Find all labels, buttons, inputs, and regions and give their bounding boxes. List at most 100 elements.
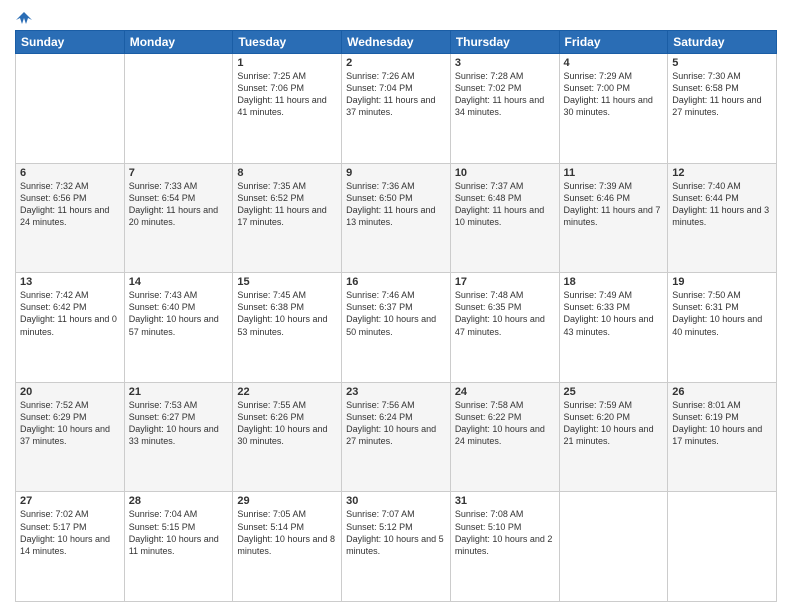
calendar-cell-0-0 bbox=[16, 54, 125, 164]
week-row-3: 13Sunrise: 7:42 AM Sunset: 6:42 PM Dayli… bbox=[16, 273, 777, 383]
day-info: Sunrise: 7:55 AM Sunset: 6:26 PM Dayligh… bbox=[237, 399, 337, 448]
day-info: Sunrise: 7:28 AM Sunset: 7:02 PM Dayligh… bbox=[455, 70, 555, 119]
day-info: Sunrise: 7:04 AM Sunset: 5:15 PM Dayligh… bbox=[129, 508, 229, 557]
calendar-cell-4-6 bbox=[668, 492, 777, 602]
day-info: Sunrise: 7:58 AM Sunset: 6:22 PM Dayligh… bbox=[455, 399, 555, 448]
day-info: Sunrise: 7:59 AM Sunset: 6:20 PM Dayligh… bbox=[564, 399, 664, 448]
col-saturday: Saturday bbox=[668, 31, 777, 54]
day-info: Sunrise: 7:39 AM Sunset: 6:46 PM Dayligh… bbox=[564, 180, 664, 229]
calendar-cell-4-1: 28Sunrise: 7:04 AM Sunset: 5:15 PM Dayli… bbox=[124, 492, 233, 602]
day-info: Sunrise: 7:46 AM Sunset: 6:37 PM Dayligh… bbox=[346, 289, 446, 338]
calendar-cell-2-2: 15Sunrise: 7:45 AM Sunset: 6:38 PM Dayli… bbox=[233, 273, 342, 383]
day-number: 12 bbox=[672, 167, 772, 179]
calendar-cell-2-0: 13Sunrise: 7:42 AM Sunset: 6:42 PM Dayli… bbox=[16, 273, 125, 383]
calendar-cell-1-1: 7Sunrise: 7:33 AM Sunset: 6:54 PM Daylig… bbox=[124, 163, 233, 273]
day-number: 9 bbox=[346, 167, 446, 179]
day-info: Sunrise: 7:29 AM Sunset: 7:00 PM Dayligh… bbox=[564, 70, 664, 119]
col-thursday: Thursday bbox=[450, 31, 559, 54]
day-info: Sunrise: 7:40 AM Sunset: 6:44 PM Dayligh… bbox=[672, 180, 772, 229]
day-number: 30 bbox=[346, 495, 446, 507]
day-number: 16 bbox=[346, 276, 446, 288]
header bbox=[15, 10, 777, 22]
calendar-cell-0-3: 2Sunrise: 7:26 AM Sunset: 7:04 PM Daylig… bbox=[342, 54, 451, 164]
calendar-cell-1-0: 6Sunrise: 7:32 AM Sunset: 6:56 PM Daylig… bbox=[16, 163, 125, 273]
day-number: 22 bbox=[237, 386, 337, 398]
calendar-cell-2-4: 17Sunrise: 7:48 AM Sunset: 6:35 PM Dayli… bbox=[450, 273, 559, 383]
day-number: 6 bbox=[20, 167, 120, 179]
day-info: Sunrise: 7:08 AM Sunset: 5:10 PM Dayligh… bbox=[455, 508, 555, 557]
calendar-cell-2-3: 16Sunrise: 7:46 AM Sunset: 6:37 PM Dayli… bbox=[342, 273, 451, 383]
logo-bird-icon bbox=[16, 10, 32, 26]
calendar-cell-1-3: 9Sunrise: 7:36 AM Sunset: 6:50 PM Daylig… bbox=[342, 163, 451, 273]
day-number: 8 bbox=[237, 167, 337, 179]
calendar-cell-3-5: 25Sunrise: 7:59 AM Sunset: 6:20 PM Dayli… bbox=[559, 382, 668, 492]
calendar-cell-3-3: 23Sunrise: 7:56 AM Sunset: 6:24 PM Dayli… bbox=[342, 382, 451, 492]
day-number: 21 bbox=[129, 386, 229, 398]
calendar-cell-3-0: 20Sunrise: 7:52 AM Sunset: 6:29 PM Dayli… bbox=[16, 382, 125, 492]
day-number: 14 bbox=[129, 276, 229, 288]
calendar: Sunday Monday Tuesday Wednesday Thursday… bbox=[15, 30, 777, 602]
calendar-cell-1-2: 8Sunrise: 7:35 AM Sunset: 6:52 PM Daylig… bbox=[233, 163, 342, 273]
day-number: 3 bbox=[455, 57, 555, 69]
calendar-header-row: Sunday Monday Tuesday Wednesday Thursday… bbox=[16, 31, 777, 54]
col-wednesday: Wednesday bbox=[342, 31, 451, 54]
day-info: Sunrise: 7:53 AM Sunset: 6:27 PM Dayligh… bbox=[129, 399, 229, 448]
col-sunday: Sunday bbox=[16, 31, 125, 54]
day-info: Sunrise: 7:50 AM Sunset: 6:31 PM Dayligh… bbox=[672, 289, 772, 338]
calendar-cell-0-6: 5Sunrise: 7:30 AM Sunset: 6:58 PM Daylig… bbox=[668, 54, 777, 164]
day-number: 10 bbox=[455, 167, 555, 179]
day-number: 20 bbox=[20, 386, 120, 398]
day-number: 1 bbox=[237, 57, 337, 69]
calendar-cell-2-6: 19Sunrise: 7:50 AM Sunset: 6:31 PM Dayli… bbox=[668, 273, 777, 383]
calendar-cell-4-4: 31Sunrise: 7:08 AM Sunset: 5:10 PM Dayli… bbox=[450, 492, 559, 602]
day-info: Sunrise: 7:33 AM Sunset: 6:54 PM Dayligh… bbox=[129, 180, 229, 229]
col-monday: Monday bbox=[124, 31, 233, 54]
day-info: Sunrise: 7:42 AM Sunset: 6:42 PM Dayligh… bbox=[20, 289, 120, 338]
calendar-cell-1-6: 12Sunrise: 7:40 AM Sunset: 6:44 PM Dayli… bbox=[668, 163, 777, 273]
day-info: Sunrise: 7:30 AM Sunset: 6:58 PM Dayligh… bbox=[672, 70, 772, 119]
day-number: 11 bbox=[564, 167, 664, 179]
calendar-cell-4-3: 30Sunrise: 7:07 AM Sunset: 5:12 PM Dayli… bbox=[342, 492, 451, 602]
day-info: Sunrise: 7:45 AM Sunset: 6:38 PM Dayligh… bbox=[237, 289, 337, 338]
calendar-cell-3-2: 22Sunrise: 7:55 AM Sunset: 6:26 PM Dayli… bbox=[233, 382, 342, 492]
day-number: 29 bbox=[237, 495, 337, 507]
day-info: Sunrise: 7:26 AM Sunset: 7:04 PM Dayligh… bbox=[346, 70, 446, 119]
day-info: Sunrise: 7:25 AM Sunset: 7:06 PM Dayligh… bbox=[237, 70, 337, 119]
day-number: 24 bbox=[455, 386, 555, 398]
day-info: Sunrise: 7:56 AM Sunset: 6:24 PM Dayligh… bbox=[346, 399, 446, 448]
calendar-cell-0-5: 4Sunrise: 7:29 AM Sunset: 7:00 PM Daylig… bbox=[559, 54, 668, 164]
calendar-cell-3-6: 26Sunrise: 8:01 AM Sunset: 6:19 PM Dayli… bbox=[668, 382, 777, 492]
week-row-5: 27Sunrise: 7:02 AM Sunset: 5:17 PM Dayli… bbox=[16, 492, 777, 602]
calendar-cell-4-5 bbox=[559, 492, 668, 602]
calendar-cell-1-5: 11Sunrise: 7:39 AM Sunset: 6:46 PM Dayli… bbox=[559, 163, 668, 273]
calendar-cell-1-4: 10Sunrise: 7:37 AM Sunset: 6:48 PM Dayli… bbox=[450, 163, 559, 273]
day-info: Sunrise: 7:52 AM Sunset: 6:29 PM Dayligh… bbox=[20, 399, 120, 448]
col-tuesday: Tuesday bbox=[233, 31, 342, 54]
day-number: 23 bbox=[346, 386, 446, 398]
day-info: Sunrise: 7:36 AM Sunset: 6:50 PM Dayligh… bbox=[346, 180, 446, 229]
calendar-cell-3-4: 24Sunrise: 7:58 AM Sunset: 6:22 PM Dayli… bbox=[450, 382, 559, 492]
day-number: 27 bbox=[20, 495, 120, 507]
week-row-1: 1Sunrise: 7:25 AM Sunset: 7:06 PM Daylig… bbox=[16, 54, 777, 164]
day-number: 25 bbox=[564, 386, 664, 398]
week-row-4: 20Sunrise: 7:52 AM Sunset: 6:29 PM Dayli… bbox=[16, 382, 777, 492]
day-info: Sunrise: 7:02 AM Sunset: 5:17 PM Dayligh… bbox=[20, 508, 120, 557]
calendar-cell-3-1: 21Sunrise: 7:53 AM Sunset: 6:27 PM Dayli… bbox=[124, 382, 233, 492]
day-number: 4 bbox=[564, 57, 664, 69]
calendar-cell-4-0: 27Sunrise: 7:02 AM Sunset: 5:17 PM Dayli… bbox=[16, 492, 125, 602]
day-number: 31 bbox=[455, 495, 555, 507]
day-number: 5 bbox=[672, 57, 772, 69]
week-row-2: 6Sunrise: 7:32 AM Sunset: 6:56 PM Daylig… bbox=[16, 163, 777, 273]
day-number: 7 bbox=[129, 167, 229, 179]
day-number: 19 bbox=[672, 276, 772, 288]
day-number: 15 bbox=[237, 276, 337, 288]
day-info: Sunrise: 7:05 AM Sunset: 5:14 PM Dayligh… bbox=[237, 508, 337, 557]
day-info: Sunrise: 8:01 AM Sunset: 6:19 PM Dayligh… bbox=[672, 399, 772, 448]
calendar-cell-2-1: 14Sunrise: 7:43 AM Sunset: 6:40 PM Dayli… bbox=[124, 273, 233, 383]
calendar-cell-0-2: 1Sunrise: 7:25 AM Sunset: 7:06 PM Daylig… bbox=[233, 54, 342, 164]
calendar-cell-0-1 bbox=[124, 54, 233, 164]
page: Sunday Monday Tuesday Wednesday Thursday… bbox=[0, 0, 792, 612]
day-number: 28 bbox=[129, 495, 229, 507]
day-number: 18 bbox=[564, 276, 664, 288]
day-number: 17 bbox=[455, 276, 555, 288]
